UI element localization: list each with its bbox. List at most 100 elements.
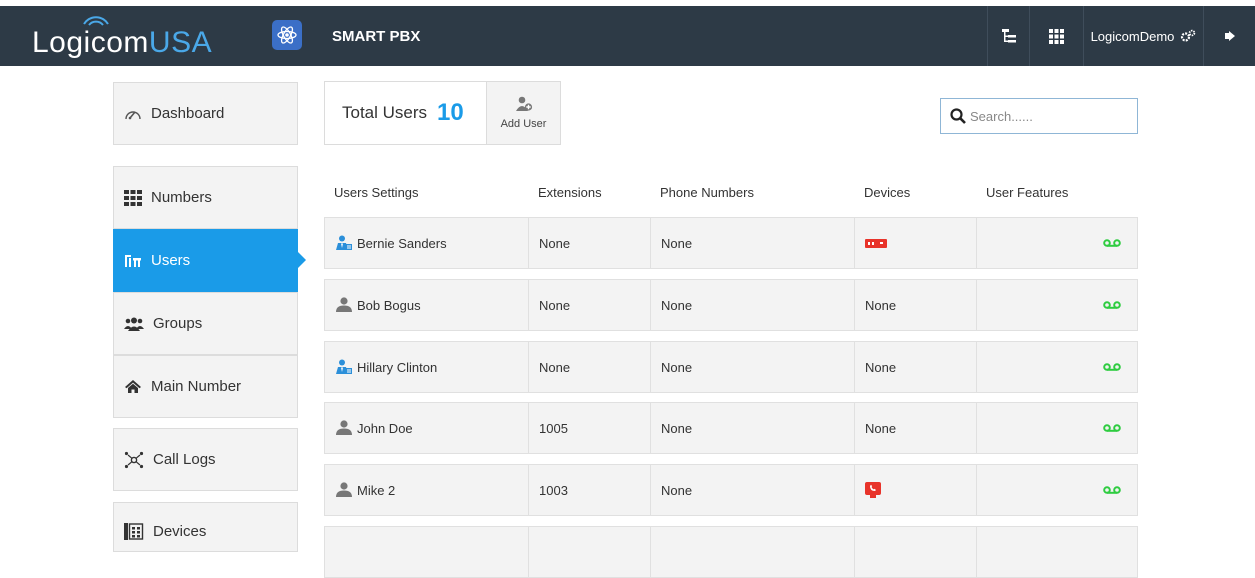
group-icon: [124, 317, 144, 331]
user-name-cell[interactable]: Mike 2: [325, 465, 529, 515]
softphone-icon: [865, 482, 881, 498]
extension-cell: 1003: [529, 465, 651, 515]
user-name-cell[interactable]: [325, 527, 529, 577]
phone-number-cell: None: [651, 465, 855, 515]
user-name: Bob Bogus: [357, 297, 421, 313]
phone-number-cell: None: [651, 280, 855, 330]
sidebar-item-label: Groups: [153, 315, 203, 332]
logout-button[interactable]: [1203, 6, 1255, 66]
wifi-signal-icon: [83, 16, 109, 26]
device-cell[interactable]: [855, 218, 977, 268]
sidebar-item-label: Dashboard: [151, 105, 225, 122]
user-name: Bernie Sanders: [357, 235, 447, 251]
voicemail-icon: [1103, 486, 1121, 494]
user-name: Hillary Clinton: [357, 359, 438, 375]
column-header-user-settings: Users Settings: [334, 185, 419, 200]
sidebar-item-label: Devices: [153, 523, 207, 540]
search-icon: [950, 108, 966, 124]
user-icon: [336, 482, 352, 497]
add-user-button[interactable]: Add User: [486, 82, 560, 144]
account-menu-button[interactable]: LogicomDemo: [1083, 6, 1203, 66]
sidebar-item-dashboard[interactable]: Dashboard: [113, 82, 298, 145]
sidebar-item-label: Call Logs: [153, 451, 216, 468]
top-right-actions: LogicomDemo: [987, 6, 1255, 66]
logo[interactable]: LogicomUSA: [32, 16, 212, 60]
phone-number-cell: None: [651, 342, 855, 392]
total-users-panel: Total Users 10 Add User: [324, 81, 561, 145]
user-features-cell[interactable]: [977, 465, 1137, 515]
sidebar-item-main-number[interactable]: Main Number: [113, 355, 298, 418]
user-name: John Doe: [357, 420, 413, 436]
user-features-cell[interactable]: [977, 342, 1137, 392]
column-header-phone-numbers: Phone Numbers: [660, 185, 754, 200]
users-icon: [125, 254, 141, 267]
table-row[interactable]: Hillary Clinton None None None: [324, 341, 1138, 393]
device-cell: None: [855, 342, 977, 392]
grid-icon: [1049, 28, 1064, 44]
atom-icon: [277, 26, 297, 44]
search-input[interactable]: [970, 108, 1130, 124]
logout-icon: [1224, 31, 1235, 41]
extension-cell: [529, 527, 651, 577]
account-name: LogicomDemo: [1090, 28, 1175, 44]
voicemail-icon: [1103, 301, 1121, 309]
dashboard-gauge-icon: [125, 110, 141, 119]
device-cell: None: [855, 403, 977, 453]
voicemail-icon: [1103, 239, 1121, 247]
user-name-cell[interactable]: Bob Bogus: [325, 280, 529, 330]
column-header-devices: Devices: [864, 185, 911, 200]
user-features-cell[interactable]: [977, 403, 1137, 453]
user-name-cell[interactable]: John Doe: [325, 403, 529, 453]
phone-number-cell: [651, 527, 855, 577]
atom-app-icon[interactable]: [272, 20, 302, 50]
add-user-icon: [515, 96, 532, 111]
voicemail-icon: [1103, 363, 1121, 371]
sidebar-item-groups[interactable]: Groups: [113, 292, 298, 355]
user-name: Mike 2: [357, 482, 396, 498]
gears-icon: [1181, 29, 1196, 42]
add-user-label: Add User: [500, 118, 547, 130]
user-icon: [336, 420, 352, 435]
logo-accent-text: USA: [148, 26, 213, 59]
user-features-cell[interactable]: [977, 527, 1137, 577]
phone-number-cell: None: [651, 218, 855, 268]
logo-main-text: Logicom: [32, 26, 149, 59]
desk-phone-icon: [865, 238, 887, 248]
app-title: SMART PBX: [332, 28, 421, 45]
user-name-cell[interactable]: Hillary Clinton: [325, 342, 529, 392]
home-icon: [125, 380, 141, 393]
table-row[interactable]: [324, 526, 1138, 578]
extension-cell: None: [529, 342, 651, 392]
sitemap-button[interactable]: [987, 6, 1029, 66]
sidebar-item-label: Users: [151, 252, 191, 269]
device-cell[interactable]: [855, 465, 977, 515]
logo-text: LogicomUSA: [32, 26, 212, 60]
devices-icon: [124, 523, 144, 540]
table-row[interactable]: Bernie Sanders None None: [324, 217, 1138, 269]
total-users-summary: Total Users 10: [325, 82, 486, 144]
device-cell: [855, 527, 977, 577]
admin-user-icon: [336, 235, 352, 250]
search-box: [940, 98, 1138, 134]
phone-number-cell: None: [651, 403, 855, 453]
user-features-cell[interactable]: [977, 218, 1137, 268]
sidebar-item-users[interactable]: Users: [113, 229, 298, 292]
sitemap-icon: [1001, 29, 1016, 43]
extension-cell: None: [529, 280, 651, 330]
apps-grid-button[interactable]: [1029, 6, 1083, 66]
total-users-label: Total Users: [342, 103, 428, 122]
table-row[interactable]: Mike 2 1003 None: [324, 464, 1138, 516]
total-users-count: 10: [437, 99, 464, 126]
column-header-user-features: User Features: [986, 185, 1069, 200]
table-row[interactable]: Bob Bogus None None None: [324, 279, 1138, 331]
user-features-cell[interactable]: [977, 280, 1137, 330]
device-cell: None: [855, 280, 977, 330]
sidebar-item-label: Numbers: [151, 189, 212, 206]
sidebar-item-label: Main Number: [151, 378, 242, 395]
user-name-cell[interactable]: Bernie Sanders: [325, 218, 529, 268]
top-navigation-bar: LogicomUSA SMART PBX LogicomDemo: [0, 0, 1255, 66]
sidebar-item-devices[interactable]: Devices: [113, 502, 298, 552]
table-row[interactable]: John Doe 1005 None None: [324, 402, 1138, 454]
sidebar-item-numbers[interactable]: Numbers: [113, 166, 298, 229]
sidebar-item-call-logs[interactable]: Call Logs: [113, 428, 298, 491]
